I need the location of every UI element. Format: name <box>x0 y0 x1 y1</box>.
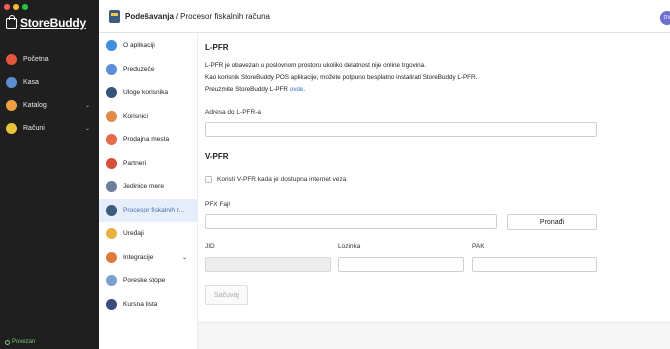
settings-nav-item-6[interactable]: Partneri <box>99 152 197 176</box>
settings-item-icon <box>106 134 117 146</box>
settings-nav-item-4[interactable]: Korisnici <box>99 105 197 129</box>
lpfr-address-input[interactable] <box>205 122 597 137</box>
settings-nav-item-5[interactable]: Prodajna mesta <box>99 128 197 152</box>
settings-nav-item-label: O aplikaciji <box>123 42 155 50</box>
settings-item-icon <box>106 157 117 169</box>
settings-nav-item-label: Uloge korisnika <box>123 89 169 97</box>
jid-label: JID <box>205 243 215 250</box>
settings-item-icon <box>106 298 117 310</box>
settings-nav-item-label: Integracije <box>123 253 154 261</box>
cash-register-icon <box>6 77 17 88</box>
settings-nav-item-label: Uređaji <box>123 230 144 238</box>
settings-item-icon <box>106 87 117 99</box>
maximize-window-button[interactable] <box>22 4 28 10</box>
settings-nav-item-label: Preduzeće <box>123 65 155 73</box>
connection-status: Povezan <box>5 339 35 345</box>
settings-item-icon <box>106 275 117 287</box>
main-navigation: Početna Kasa Katalog ⌄ Računi ⌄ <box>0 48 99 140</box>
settings-item-icon <box>106 251 117 263</box>
sidebar-item-label: Katalog <box>23 102 47 109</box>
settings-nav-item-label: Korisnici <box>123 112 148 120</box>
catalog-icon <box>6 100 17 111</box>
settings-item-icon <box>106 181 117 193</box>
save-button[interactable]: Sačuvaj <box>205 285 248 305</box>
password-input[interactable] <box>338 257 464 272</box>
breadcrumb-separator: / <box>175 11 179 21</box>
settings-nav-item-label: Jedinice mere <box>123 183 165 191</box>
settings-nav-item-label: Partneri <box>123 159 147 167</box>
find-pfx-button[interactable]: Pronađi <box>507 214 597 230</box>
brand-name: StoreBuddy <box>20 16 87 30</box>
sidebar-item-label: Računi <box>23 125 45 132</box>
chevron-down-icon[interactable]: ⌄ <box>85 102 90 109</box>
settings-nav-item-12[interactable]: Kursna lista <box>99 293 197 317</box>
window-controls <box>4 4 28 10</box>
app-logo[interactable]: StoreBuddy <box>6 14 87 30</box>
app-sidebar: StoreBuddy Početna Kasa Katalog ⌄ Računi ⌄ Po… <box>0 0 99 349</box>
sidebar-item-label: Kasa <box>23 79 39 86</box>
main-content: L-PFR L-PFR je obavezan u poslovnom pros… <box>198 33 670 349</box>
chevron-down-icon[interactable]: ⌄ <box>182 254 187 261</box>
minimize-window-button[interactable] <box>13 4 19 10</box>
lpfr-description-1: L-PFR je obavezan u poslovnom prostoru u… <box>205 62 426 69</box>
breadcrumb-section[interactable]: Podešavanja <box>125 12 174 21</box>
pak-input[interactable] <box>472 257 597 272</box>
jid-input[interactable] <box>205 257 331 272</box>
user-avatar[interactable]: DV <box>660 11 670 25</box>
settings-nav-item-9[interactable]: Uređaji <box>99 222 197 246</box>
chevron-down-icon[interactable]: ⌄ <box>85 125 90 132</box>
top-bar: Podešavanja / Procesor fiskalnih računa … <box>99 0 670 33</box>
close-window-button[interactable] <box>4 4 10 10</box>
fiscal-processor-icon <box>109 9 120 23</box>
settings-item-icon <box>106 40 117 52</box>
settings-nav-item-1[interactable]: O aplikaciji <box>99 34 197 58</box>
settings-nav-item-label: Poreske stope <box>123 277 166 285</box>
lpfr-description-3: Preuzmite StoreBuddy L-PFR ovde. <box>205 86 306 93</box>
settings-nav-item-10[interactable]: Integracije ⌄ <box>99 246 197 270</box>
sidebar-item-3[interactable]: Katalog ⌄ <box>0 94 99 117</box>
settings-nav-item-8[interactable]: Procesor fiskalnih r... <box>99 198 197 222</box>
settings-item-icon <box>106 63 117 75</box>
use-vpfr-checkbox[interactable] <box>205 176 212 183</box>
lpfr-address-label: Adresa do L-PFR-a <box>205 109 261 116</box>
download-lpfr-link[interactable]: ovde <box>290 86 304 93</box>
shopping-bag-icon <box>6 14 17 29</box>
settings-nav-item-label: Procesor fiskalnih r... <box>123 206 185 214</box>
sidebar-item-label: Početna <box>23 56 49 63</box>
sidebar-item-2[interactable]: Kasa <box>0 71 99 94</box>
settings-nav-item-7[interactable]: Jedinice mere <box>99 175 197 199</box>
lpfr-description-2: Kao korisnik StoreBuddy POS aplikacije, … <box>205 74 478 81</box>
pak-label: PAK <box>472 243 485 250</box>
settings-navigation: O aplikaciji Preduzeće Uloge korisnika Kori… <box>99 33 198 349</box>
connected-icon <box>5 339 10 345</box>
vpfr-section-title: V-PFR <box>205 152 229 161</box>
use-vpfr-checkbox-label: Koristi V-PFR kada je dostupna internet … <box>217 176 347 183</box>
content-footer <box>198 322 670 349</box>
pfx-file-input[interactable] <box>205 214 497 229</box>
settings-nav-item-label: Kursna lista <box>123 300 158 308</box>
settings-nav-item-3[interactable]: Uloge korisnika <box>99 81 197 105</box>
sidebar-item-4[interactable]: Računi ⌄ <box>0 117 99 140</box>
settings-item-icon <box>106 204 117 216</box>
settings-item-icon <box>106 110 117 122</box>
settings-nav-item-label: Prodajna mesta <box>123 136 170 144</box>
password-label: Lozinka <box>338 243 361 250</box>
pfx-file-label: PFX Fajl <box>205 201 230 208</box>
lpfr-section-title: L-PFR <box>205 43 229 52</box>
settings-nav-item-2[interactable]: Preduzeće <box>99 58 197 82</box>
home-icon <box>6 54 17 65</box>
settings-nav-item-11[interactable]: Poreske stope <box>99 269 197 293</box>
breadcrumb-page: Procesor fiskalnih računa <box>180 11 270 21</box>
receipt-icon <box>6 123 17 134</box>
settings-item-icon <box>106 228 117 240</box>
sidebar-item-1[interactable]: Početna <box>0 48 99 71</box>
connection-status-label: Povezan <box>12 339 36 345</box>
